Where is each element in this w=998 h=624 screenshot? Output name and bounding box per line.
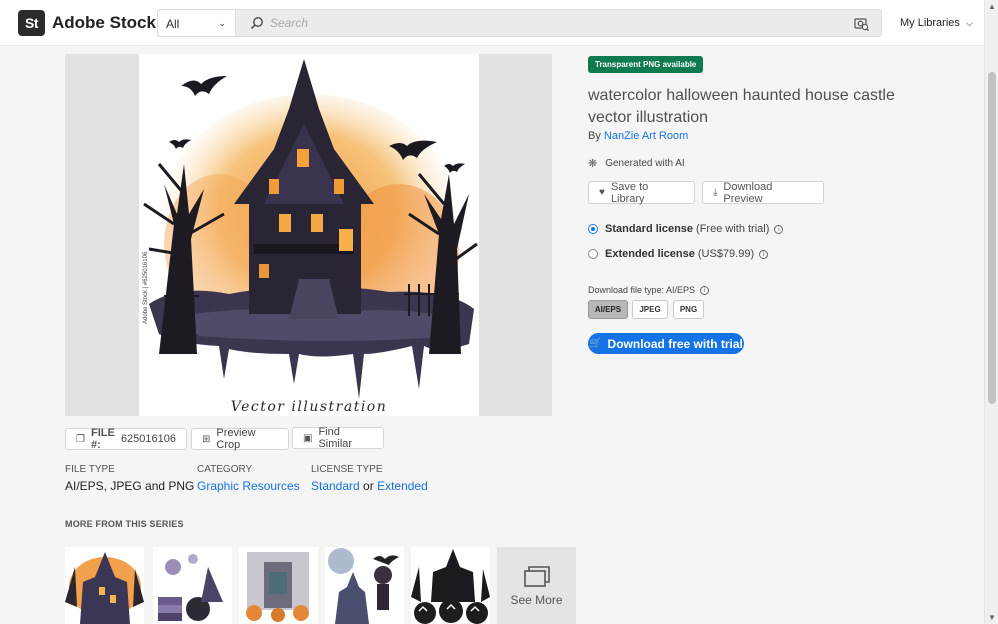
scroll-down-arrow-icon[interactable]: ▼ [988, 613, 996, 622]
extended-license-name: Extended license [605, 248, 695, 260]
see-more-label: See More [510, 592, 563, 607]
cart-icon: 🛒 [589, 338, 602, 349]
scroll-up-arrow-icon[interactable]: ▲ [988, 2, 996, 11]
extended-license-link[interactable]: Extended [377, 479, 428, 493]
series-thumbnail[interactable] [325, 547, 404, 624]
find-similar-label: Find Similar [318, 426, 353, 450]
by-text: By [588, 130, 601, 142]
standard-license-option[interactable]: Standard license (Free with trial) i [588, 223, 784, 235]
top-header: St Adobe Stock All ⌄ My Libraries ⌵ [0, 0, 984, 46]
visual-search-icon[interactable] [854, 16, 869, 31]
download-preview-button[interactable]: ⤓ Download Preview [702, 180, 824, 205]
extended-license-radio[interactable] [588, 249, 598, 259]
asset-title: watercolor halloween haunted house castl… [588, 87, 895, 126]
chevron-down-icon: ⌄ [218, 18, 226, 28]
haunted-house-illustration [143, 59, 478, 399]
see-more-button[interactable]: See More [497, 547, 576, 624]
download-free-trial-label: Download free with trial [607, 336, 743, 351]
moon-castle-thumbnail [328, 548, 399, 624]
file-type-png-button[interactable]: PNG [673, 300, 704, 319]
standard-license-radio[interactable] [588, 224, 598, 234]
crop-icon: ⊞ [202, 433, 211, 445]
download-free-trial-button[interactable]: 🛒 Download free with trial [588, 333, 744, 354]
black-house-pumpkins-thumbnail [411, 549, 490, 624]
ai-sparkle-icon: ❋ [588, 158, 598, 170]
camera-icon: ▣ [303, 432, 313, 444]
download-file-type-text: Download file type: AI/EPS [588, 285, 696, 295]
save-to-library-button[interactable]: ♥ Save to Library [588, 180, 695, 205]
preview-crop-label: Preview Crop [216, 427, 256, 451]
info-icon[interactable]: i [774, 224, 784, 234]
file-type-value: AI/EPS, JPEG and PNG [65, 479, 195, 493]
image-caption: Vector illustration [230, 399, 388, 415]
license-or-text: or [363, 479, 374, 493]
transparent-png-badge: Transparent PNG available [588, 56, 704, 73]
standard-license-name: Standard license [605, 223, 694, 235]
adobe-stock-logo[interactable]: St [18, 10, 45, 36]
standard-license-link[interactable]: Standard [311, 479, 360, 493]
brand-name[interactable]: Adobe Stock [52, 13, 156, 33]
series-thumbnail[interactable] [153, 547, 232, 624]
extended-license-option[interactable]: Extended license (US$79.99) i [588, 248, 769, 260]
file-type-aieps-button[interactable]: AI/EPS [588, 300, 628, 319]
search-category-value: All [166, 17, 180, 31]
heart-icon: ♥ [599, 187, 605, 198]
file-number-label: FILE #: [90, 427, 115, 451]
copy-icon: ❐ [76, 433, 85, 445]
page-scrollbar[interactable]: ▲ ▼ [984, 0, 998, 624]
search-bar: All ⌄ [157, 9, 882, 37]
series-thumbnail[interactable] [65, 547, 144, 624]
save-to-library-label: Save to Library [610, 180, 649, 205]
my-libraries-label: My Libraries [900, 17, 960, 29]
info-icon[interactable]: i [759, 249, 769, 259]
download-preview-label: Download Preview [723, 180, 773, 205]
license-type-value: Standard or Extended [311, 479, 428, 493]
search-input[interactable] [270, 13, 830, 33]
stock-watermark: Adobe Stock | #625016106 [143, 251, 149, 324]
haunted-house-thumbnail [65, 552, 144, 624]
file-number-value: 625016106 [120, 433, 176, 445]
category-link[interactable]: Graphic Resources [197, 479, 300, 493]
file-number-pill[interactable]: ❐ FILE #: 625016106 [65, 427, 187, 451]
series-heading: MORE FROM THIS SERIES [65, 519, 184, 529]
file-type-label: FILE TYPE [65, 464, 115, 475]
author-line: By NanZie Art Room [588, 130, 688, 142]
download-file-type-label: Download file type: AI/EPS i [588, 285, 710, 295]
download-icon: ⤓ [713, 187, 718, 198]
potions-books-thumbnail [158, 554, 223, 621]
file-type-jpeg-button[interactable]: JPEG [632, 300, 668, 319]
series-thumbnail[interactable] [411, 547, 490, 624]
generated-ai-label: Generated with AI [605, 158, 685, 169]
preview-image[interactable]: Adobe Stock | #625016106 Vector illustra… [139, 54, 479, 416]
series-thumbnail[interactable] [239, 547, 318, 624]
gallery-stack-icon [523, 565, 550, 587]
license-type-label: LICENSE TYPE [311, 464, 383, 475]
preview-frame: Adobe Stock | #625016106 Vector illustra… [65, 54, 552, 416]
search-category-dropdown[interactable]: All ⌄ [158, 10, 236, 36]
find-similar-button[interactable]: ▣ Find Similar [292, 426, 384, 450]
info-icon[interactable]: i [700, 285, 710, 295]
my-libraries-menu[interactable]: My Libraries ⌵ [900, 17, 973, 29]
search-icon [250, 17, 263, 30]
standard-license-detail: (Free with trial) [696, 223, 770, 235]
category-label: CATEGORY [197, 464, 253, 475]
author-link[interactable]: NanZie Art Room [604, 130, 688, 142]
extended-license-detail: (US$79.99) [697, 248, 755, 260]
preview-crop-button[interactable]: ⊞ Preview Crop [191, 427, 289, 451]
scroll-thumb[interactable] [988, 72, 996, 404]
chevron-down-icon: ⌵ [965, 18, 973, 28]
generated-ai-note: ❋ Generated with AI [588, 157, 685, 170]
porch-pumpkins-thumbnail [246, 552, 309, 622]
